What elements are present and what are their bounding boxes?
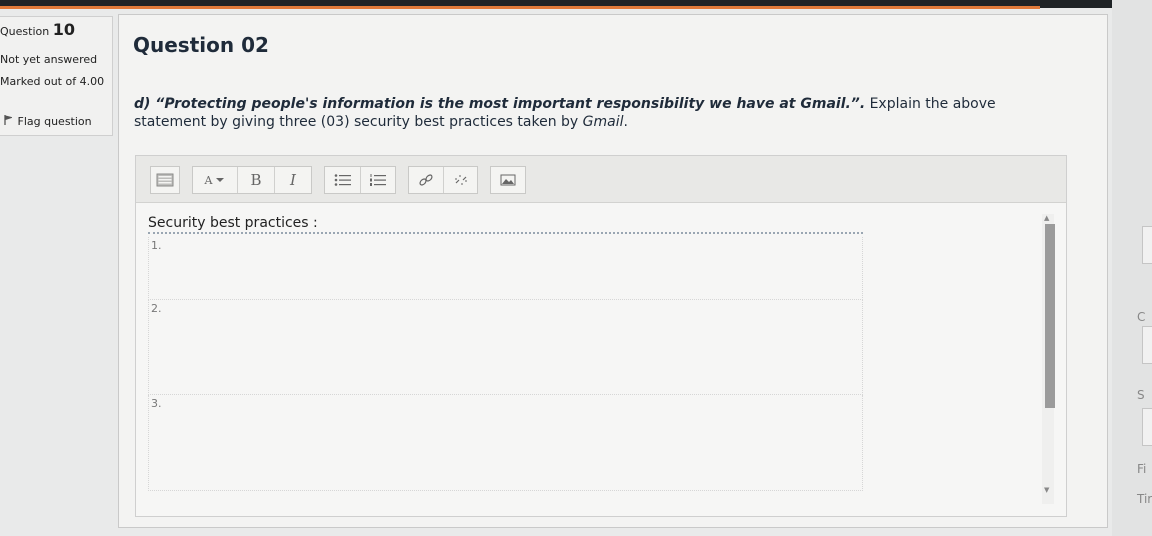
toolbar-group-media xyxy=(490,166,526,194)
answer-line-1[interactable]: 1. xyxy=(148,237,863,300)
flag-question-label: Flag question xyxy=(17,115,92,128)
question-title: Question 02 xyxy=(133,33,269,57)
sidebar-text: C xyxy=(1137,310,1146,324)
answer-line-number: 1. xyxy=(151,239,162,252)
toolbar-group-toggle xyxy=(150,166,180,194)
scroll-down-arrow-icon[interactable]: ▼ xyxy=(1044,486,1049,494)
link-icon[interactable] xyxy=(409,167,444,193)
answer-editor: A B I Security best practices: 1. 2. 3.… xyxy=(135,155,1067,517)
question-label: Question xyxy=(0,25,50,38)
scrollbar-thumb[interactable] xyxy=(1045,224,1055,408)
editor-text-area[interactable]: Security best practices : 1. 2. 3. xyxy=(136,203,1066,516)
question-quote: “Protecting people's information is the … xyxy=(155,96,866,112)
right-sidebar-edge: C S Fi Tir xyxy=(1112,0,1152,536)
editor-toolbar: A B I xyxy=(136,156,1066,203)
sidebar-box xyxy=(1142,326,1152,364)
answer-line-3[interactable]: 3. xyxy=(148,395,863,491)
sidebar-text[interactable]: Fi xyxy=(1137,462,1146,476)
toolbar-group-links xyxy=(408,166,478,194)
bold-icon[interactable]: B xyxy=(238,167,275,193)
question-gmail: Gmail xyxy=(582,114,624,130)
question-text: d) “Protecting people's information is t… xyxy=(134,95,1064,131)
toolbar-toggle-icon[interactable] xyxy=(151,167,179,193)
answer-line-2[interactable]: 2. xyxy=(148,300,863,395)
answer-line-number: 2. xyxy=(151,302,162,315)
toolbar-group-lists xyxy=(324,166,396,194)
scroll-up-arrow-icon[interactable]: ▲ xyxy=(1044,214,1049,222)
flag-icon xyxy=(4,115,14,129)
image-icon[interactable] xyxy=(491,167,525,193)
flag-question-link[interactable]: Flag question xyxy=(4,115,92,129)
italic-icon[interactable]: I xyxy=(275,167,311,193)
question-info-panel: Question 10 Not yet answered Marked out … xyxy=(0,16,113,136)
question-number: Question 10 xyxy=(0,20,75,39)
question-end: . xyxy=(623,114,628,130)
toolbar-group-format: A B I xyxy=(192,166,312,194)
sidebar-box xyxy=(1142,226,1152,264)
question-prefix: d) xyxy=(134,96,156,112)
top-accent-strip xyxy=(0,6,1040,9)
marked-out-of: Marked out of 4.00 xyxy=(0,75,105,88)
sidebar-text: S xyxy=(1137,388,1145,402)
ordered-list-icon[interactable] xyxy=(361,167,395,193)
sidebar-text: Tir xyxy=(1137,492,1152,506)
font-color-icon[interactable]: A xyxy=(193,167,238,193)
answer-line-number: 3. xyxy=(151,397,162,410)
unlink-icon[interactable] xyxy=(444,167,477,193)
answer-heading: Security best practices : xyxy=(148,215,863,234)
answer-status: Not yet answered xyxy=(0,53,98,66)
question-number-value: 10 xyxy=(52,20,75,39)
font-color-glyph: A xyxy=(204,173,213,187)
question-content: Question 02 d) “Protecting people's info… xyxy=(118,14,1108,528)
unordered-list-icon[interactable] xyxy=(325,167,361,193)
sidebar-box xyxy=(1142,408,1152,446)
